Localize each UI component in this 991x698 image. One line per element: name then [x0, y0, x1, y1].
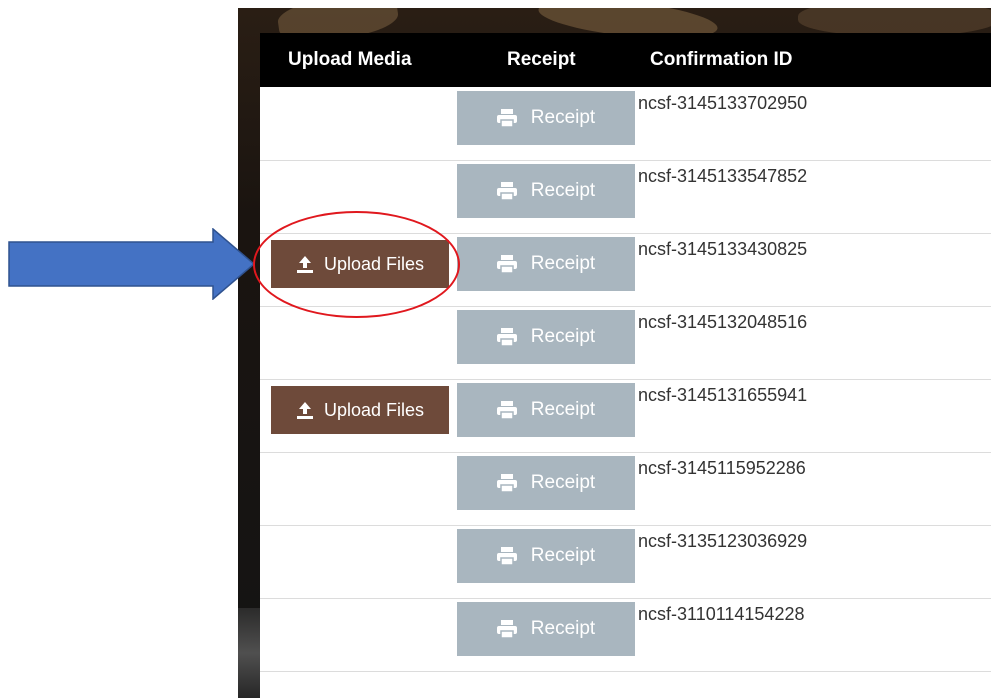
table-row: Upload Files Receipt ncsf-3145133430825: [260, 233, 991, 307]
printer-icon: [496, 328, 517, 346]
printer-icon: [496, 547, 517, 565]
confirmation-id: ncsf-3145133430825: [638, 239, 808, 259]
printer-icon: [496, 109, 517, 127]
receipt-button-label: Receipt: [530, 618, 596, 639]
receipt-button-label: Receipt: [530, 180, 596, 201]
receipt-button[interactable]: Receipt: [457, 310, 635, 364]
receipt-button-label: Receipt: [530, 253, 596, 274]
orders-table-panel: Upload Media Receipt Confirmation ID Rec…: [260, 33, 991, 698]
receipt-button[interactable]: Receipt: [457, 383, 635, 437]
receipt-button[interactable]: Receipt: [457, 456, 635, 510]
confirmation-id: ncsf-3145133547852: [638, 166, 808, 186]
printer-icon: [496, 401, 517, 419]
receipt-button[interactable]: Receipt: [457, 91, 635, 145]
upload-icon: [296, 255, 314, 273]
table-row: Receipt ncsf-3110114154228: [260, 598, 991, 672]
receipt-button-label: Receipt: [530, 326, 596, 347]
background-ground-shape: [238, 608, 260, 698]
receipt-button-label: Receipt: [530, 399, 596, 420]
confirmation-id: ncsf-3110114154228: [638, 604, 805, 624]
confirmation-id: ncsf-3135123036929: [638, 531, 808, 551]
receipt-button[interactable]: Receipt: [457, 602, 635, 656]
receipt-button-label: Receipt: [530, 472, 596, 493]
receipt-button[interactable]: Receipt: [457, 237, 635, 291]
printer-icon: [496, 182, 517, 200]
header-receipt: Receipt: [507, 49, 576, 70]
confirmation-id: ncsf-3145132048516: [638, 312, 808, 332]
upload-files-label: Upload Files: [323, 253, 425, 274]
background-rope-shape: [798, 8, 991, 36]
upload-files-button[interactable]: Upload Files: [271, 240, 449, 288]
table-row: Upload Files Receipt ncsf-3145131655941: [260, 379, 991, 453]
confirmation-id: ncsf-3145115952286: [638, 458, 806, 478]
upload-icon: [296, 401, 314, 419]
upload-files-label: Upload Files: [323, 399, 425, 420]
receipt-button[interactable]: Receipt: [457, 164, 635, 218]
screenshot-stage: Upload Media Receipt Confirmation ID Rec…: [0, 0, 991, 698]
header-upload-media: Upload Media: [288, 49, 412, 70]
printer-icon: [496, 474, 517, 492]
header-confirmation-id: Confirmation ID: [650, 49, 793, 70]
annotation-arrow-icon: [8, 228, 255, 300]
receipt-button[interactable]: Receipt: [457, 529, 635, 583]
table-row: Receipt ncsf-3145133702950: [260, 87, 991, 161]
printer-icon: [496, 255, 517, 273]
printer-icon: [496, 620, 517, 638]
upload-files-button[interactable]: Upload Files: [271, 386, 449, 434]
table-header: Upload Media Receipt Confirmation ID: [260, 33, 991, 87]
confirmation-id: ncsf-3145133702950: [638, 93, 808, 113]
table-row: Receipt ncsf-3135123036929: [260, 525, 991, 599]
table-row: Receipt ncsf-3145132048516: [260, 306, 991, 380]
receipt-button-label: Receipt: [530, 545, 596, 566]
confirmation-id: ncsf-3145131655941: [638, 385, 808, 405]
table-row: Receipt ncsf-3145115952286: [260, 452, 991, 526]
table-row: Receipt ncsf-3145133547852: [260, 160, 991, 234]
receipt-button-label: Receipt: [530, 107, 596, 128]
